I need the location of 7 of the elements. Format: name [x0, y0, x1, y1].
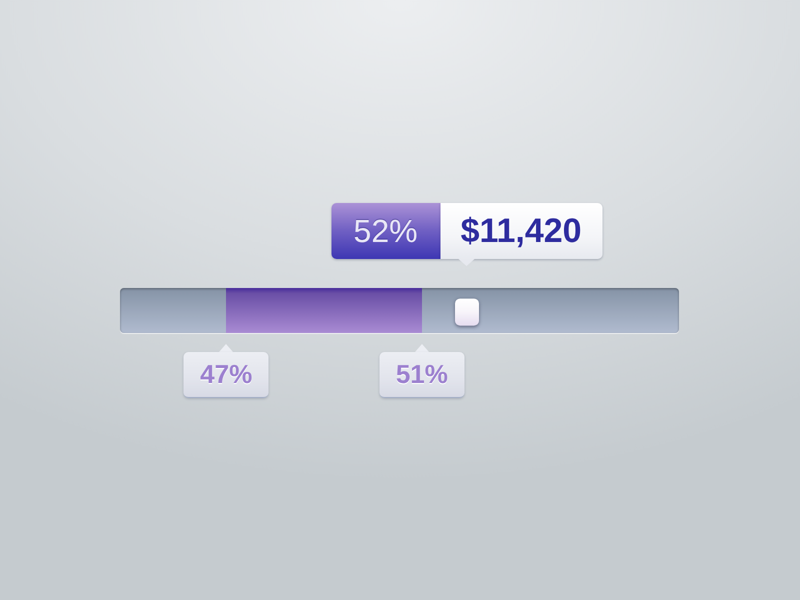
amount-value: $11,420	[440, 203, 602, 259]
range-value: 47%	[200, 359, 252, 390]
tooltip-pointer-icon	[458, 259, 475, 266]
percent-value: 52%	[331, 203, 440, 259]
slider-thumb[interactable]	[454, 298, 479, 326]
slider-track[interactable]	[120, 288, 679, 333]
range-value: 51%	[396, 359, 448, 390]
